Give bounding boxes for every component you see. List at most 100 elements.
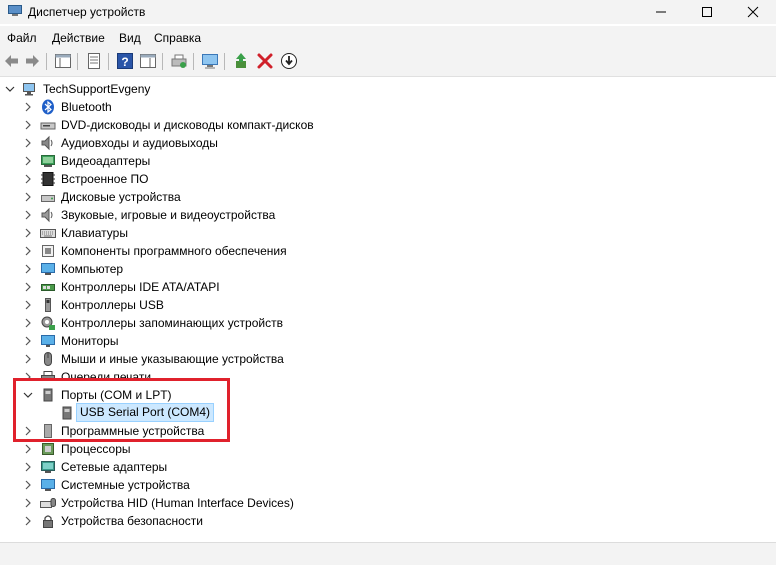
tree-item-label: Звуковые, игровые и видеоустройства <box>61 208 276 222</box>
minimize-button[interactable] <box>638 0 684 24</box>
print-icon[interactable] <box>170 52 188 70</box>
tree-item-ide-controllers[interactable]: Контроллеры IDE ATA/ATAPI <box>0 278 400 296</box>
chevron-right-icon[interactable] <box>22 191 34 203</box>
chevron-right-icon[interactable] <box>22 443 34 455</box>
toolbar-separator <box>193 53 194 70</box>
window-title: Диспетчер устройств <box>28 5 146 19</box>
chevron-right-icon[interactable] <box>22 299 34 311</box>
processor-icon <box>42 443 54 455</box>
chevron-right-icon[interactable] <box>22 263 34 275</box>
storage-controller-icon <box>41 316 55 330</box>
tree-item-security-devices[interactable]: Устройства безопасности <box>0 512 400 530</box>
annotation-highlight-box <box>13 378 230 442</box>
tree-item-storage-controllers[interactable]: Контроллеры запоминающих устройств <box>0 314 400 332</box>
chevron-right-icon[interactable] <box>22 515 34 527</box>
enable-device-icon[interactable] <box>280 52 298 70</box>
computer-icon <box>23 83 35 96</box>
device-manager-app-icon <box>8 5 22 16</box>
tree-item-label: Сетевые адаптеры <box>61 460 168 474</box>
svg-text:?: ? <box>121 55 128 69</box>
chevron-down-icon[interactable] <box>4 83 16 95</box>
toolbar-separator <box>108 53 109 70</box>
tree-item-label: Контроллеры USB <box>61 298 164 312</box>
scan-hardware-icon[interactable] <box>201 52 219 70</box>
tree-item-keyboards[interactable]: Клавиатуры <box>0 224 400 242</box>
tree-item-mice[interactable]: Мыши и иные указывающие устройства <box>0 350 400 368</box>
tree-item-bluetooth[interactable]: Bluetooth <box>0 98 400 116</box>
device-tree: TechSupportEvgeny Bluetooth DVD-дисковод… <box>0 79 776 541</box>
show-hide-console-tree-icon[interactable] <box>54 52 72 70</box>
chevron-right-icon[interactable] <box>22 101 34 113</box>
tree-item-disk-drives[interactable]: Дисковые устройства <box>0 188 400 206</box>
printer-icon <box>41 371 55 378</box>
disk-drive-icon <box>41 195 55 202</box>
toolbar: ? <box>0 48 776 77</box>
chevron-right-icon[interactable] <box>22 209 34 221</box>
chevron-right-icon[interactable] <box>22 155 34 167</box>
chevron-right-icon[interactable] <box>22 119 34 131</box>
tree-root[interactable]: TechSupportEvgeny <box>0 80 300 98</box>
toolbar-separator <box>46 53 47 70</box>
tree-item-hid[interactable]: Устройства HID (Human Interface Devices) <box>0 494 400 512</box>
tree-item-label: Устройства безопасности <box>61 514 203 528</box>
menu-view[interactable]: Вид <box>119 31 141 45</box>
chevron-right-icon[interactable] <box>22 281 34 293</box>
chevron-right-icon[interactable] <box>22 497 34 509</box>
tree-item-computer[interactable]: Компьютер <box>0 260 400 278</box>
tree-item-label: Контроллеры IDE ATA/ATAPI <box>61 280 220 294</box>
monitor-icon <box>41 335 55 347</box>
system-device-icon <box>41 479 55 491</box>
tree-item-label: Компьютер <box>61 262 124 276</box>
uninstall-device-icon[interactable] <box>256 52 274 70</box>
update-driver-icon[interactable] <box>232 52 250 70</box>
tree-item-label: Bluetooth <box>61 100 112 114</box>
help-icon[interactable]: ? <box>116 52 134 70</box>
chevron-right-icon[interactable] <box>22 335 34 347</box>
back-icon[interactable] <box>3 52 21 70</box>
mouse-icon <box>44 352 52 366</box>
tree-item-label: Мониторы <box>61 334 119 348</box>
tree-item-label: Компоненты программного обеспечения <box>61 244 287 258</box>
tree-item-dvd[interactable]: DVD-дисководы и дисководы компакт-дисков <box>0 116 400 134</box>
chevron-right-icon[interactable] <box>22 227 34 239</box>
tree-item-label: Мыши и иные указывающие устройства <box>61 352 284 366</box>
chevron-right-icon[interactable] <box>22 353 34 365</box>
tree-item-firmware[interactable]: Встроенное ПО <box>0 170 400 188</box>
maximize-button[interactable] <box>684 0 730 24</box>
tree-item-processors[interactable]: Процессоры <box>0 440 400 458</box>
display-adapter-icon <box>41 155 55 167</box>
tree-item-audio-io[interactable]: Аудиовходы и аудиовыходы <box>0 134 400 152</box>
tree-item-label: Процессоры <box>61 442 131 456</box>
tree-item-monitors[interactable]: Мониторы <box>0 332 400 350</box>
ide-controller-icon <box>41 284 55 291</box>
close-button[interactable] <box>730 0 776 24</box>
network-adapter-icon <box>41 461 55 473</box>
chevron-right-icon[interactable] <box>22 461 34 473</box>
tree-item-software-components[interactable]: Компоненты программного обеспечения <box>0 242 400 260</box>
chevron-right-icon[interactable] <box>22 317 34 329</box>
menu-action[interactable]: Действие <box>52 31 105 45</box>
chevron-right-icon[interactable] <box>22 173 34 185</box>
close-icon <box>747 6 759 18</box>
tree-item-usb-controllers[interactable]: Контроллеры USB <box>0 296 400 314</box>
tree-item-video-adapters[interactable]: Видеоадаптеры <box>0 152 400 170</box>
menu-help[interactable]: Справка <box>154 31 201 45</box>
menu-file[interactable]: Файл <box>7 31 37 45</box>
maximize-icon <box>702 7 712 17</box>
chevron-right-icon[interactable] <box>22 371 34 378</box>
chevron-right-icon[interactable] <box>22 137 34 149</box>
tree-item-sound-devices[interactable]: Звуковые, игровые и видеоустройства <box>0 206 400 224</box>
tree-item-print-queues[interactable]: Очереди печати <box>0 368 400 378</box>
tree-item-network-adapters[interactable]: Сетевые адаптеры <box>0 458 400 476</box>
forward-icon[interactable] <box>23 52 41 70</box>
tree-root-label: TechSupportEvgeny <box>43 82 151 96</box>
chevron-right-icon[interactable] <box>22 479 34 491</box>
properties-icon[interactable] <box>85 52 103 70</box>
chevron-right-icon[interactable] <box>22 245 34 257</box>
menu-bar: Файл Действие Вид Справка <box>0 26 776 48</box>
tree-item-label: Очереди печати <box>61 370 152 378</box>
action-pane-icon[interactable] <box>139 52 157 70</box>
sound-icon <box>41 207 53 223</box>
tree-item-system-devices[interactable]: Системные устройства <box>0 476 400 494</box>
hid-icon <box>40 498 56 508</box>
